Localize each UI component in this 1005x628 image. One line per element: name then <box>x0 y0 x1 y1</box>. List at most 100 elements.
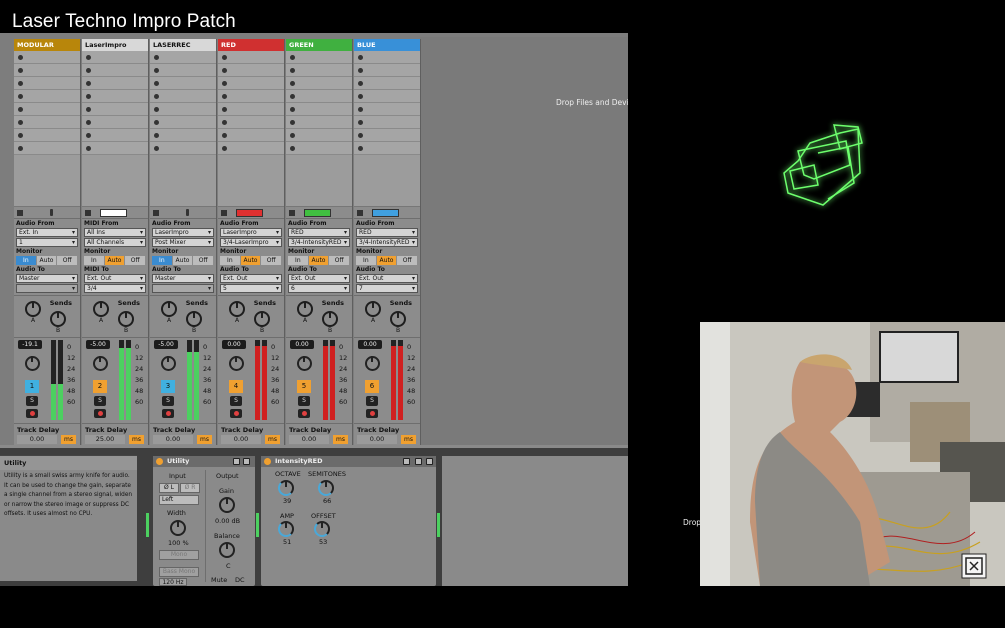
track-delay-unit[interactable]: ms <box>61 435 76 444</box>
output-channel-select[interactable]: 5 <box>220 284 282 293</box>
track-activator-button[interactable]: 5 <box>297 380 311 393</box>
clip-slot[interactable] <box>82 77 148 90</box>
clip-slot-stop-icon[interactable] <box>86 120 91 125</box>
clip-slot[interactable] <box>354 103 420 116</box>
track-delay-unit[interactable]: ms <box>333 435 348 444</box>
clip-slot-stop-icon[interactable] <box>222 81 227 86</box>
stop-clips-button[interactable] <box>85 210 91 216</box>
clip-slot-stop-icon[interactable] <box>222 146 227 151</box>
clip-slot-stop-icon[interactable] <box>18 133 23 138</box>
send-a-knob[interactable] <box>297 301 313 317</box>
clip-slot-stop-icon[interactable] <box>154 146 159 151</box>
clip-slot[interactable] <box>354 77 420 90</box>
clip-slot-stop-icon[interactable] <box>18 94 23 99</box>
device-edit-icon[interactable] <box>415 458 422 465</box>
width-knob[interactable] <box>170 520 186 536</box>
clip-slot-stop-icon[interactable] <box>154 94 159 99</box>
clip-slot[interactable] <box>354 51 420 64</box>
clip-slot-stop-icon[interactable] <box>222 107 227 112</box>
monitor-off-button[interactable]: Off <box>193 256 214 265</box>
monitor-off-button[interactable]: Off <box>57 256 78 265</box>
microphone-icon[interactable] <box>186 209 189 216</box>
pan-knob[interactable] <box>365 356 380 371</box>
input-channel-select[interactable]: 3/4-LaserImpro <box>220 238 282 247</box>
clip-slot[interactable] <box>82 116 148 129</box>
clip-slot[interactable] <box>150 64 216 77</box>
clip-slot[interactable] <box>14 103 80 116</box>
clip-slot[interactable] <box>150 129 216 142</box>
pan-knob[interactable] <box>93 356 108 371</box>
clip-slot[interactable] <box>82 64 148 77</box>
pan-knob[interactable] <box>297 356 312 371</box>
utility-header[interactable]: Utility <box>153 456 255 467</box>
track-delay-value[interactable]: 0.00 <box>153 435 193 444</box>
output-channel-select[interactable] <box>152 284 214 293</box>
stop-clips-button[interactable] <box>357 210 363 216</box>
clip-slot[interactable] <box>150 51 216 64</box>
bass-mono-frequency[interactable]: 120 Hz <box>159 578 187 586</box>
clip-slot-stop-icon[interactable] <box>290 120 295 125</box>
amp-knob[interactable] <box>278 521 294 537</box>
output-target-select[interactable]: Ext. Out <box>356 274 418 283</box>
send-b-knob[interactable] <box>50 311 66 327</box>
monitor-off-button[interactable]: Off <box>397 256 418 265</box>
solo-button[interactable]: S <box>366 396 378 406</box>
track-activator-button[interactable]: 2 <box>93 380 107 393</box>
dc-button[interactable]: DC <box>235 576 245 584</box>
clip-slot-stop-icon[interactable] <box>154 133 159 138</box>
clip-slot[interactable] <box>82 129 148 142</box>
volume-value[interactable]: -5.00 <box>86 340 110 349</box>
clip-slot[interactable] <box>218 129 284 142</box>
clip-slot-stop-icon[interactable] <box>18 107 23 112</box>
intensity-header[interactable]: IntensityRED <box>261 456 436 467</box>
clip-slot[interactable] <box>286 116 352 129</box>
input-channel-select[interactable]: All Channels <box>84 238 146 247</box>
output-target-select[interactable]: Master <box>152 274 214 283</box>
send-b-knob[interactable] <box>254 311 270 327</box>
clip-slot[interactable] <box>150 103 216 116</box>
clip-slot[interactable] <box>218 51 284 64</box>
track-delay-value[interactable]: 0.00 <box>289 435 329 444</box>
track-delay-value[interactable]: 0.00 <box>357 435 397 444</box>
clip-slot[interactable] <box>150 116 216 129</box>
clip-slot[interactable] <box>218 90 284 103</box>
input-source-select[interactable]: LaserImpro <box>152 228 214 237</box>
clip-slot[interactable] <box>82 103 148 116</box>
monitor-auto-button[interactable]: Auto <box>376 256 397 265</box>
clip-slot[interactable] <box>354 64 420 77</box>
output-channel-select[interactable]: 6 <box>288 284 350 293</box>
clip-slot-stop-icon[interactable] <box>154 120 159 125</box>
microphone-icon[interactable] <box>50 209 53 216</box>
track-delay-value[interactable]: 0.00 <box>221 435 261 444</box>
clip-slot-stop-icon[interactable] <box>18 68 23 73</box>
clip-slot-stop-icon[interactable] <box>358 120 363 125</box>
volume-value[interactable]: 0.00 <box>222 340 246 349</box>
phase-right-button[interactable]: Ø R <box>180 483 200 493</box>
clip-slot[interactable] <box>354 90 420 103</box>
clip-slot-stop-icon[interactable] <box>290 107 295 112</box>
solo-button[interactable]: S <box>298 396 310 406</box>
monitor-in-button[interactable]: In <box>16 256 36 265</box>
monitor-auto-button[interactable]: Auto <box>308 256 329 265</box>
input-channel-select[interactable]: Post Mixer <box>152 238 214 247</box>
device-edit-icon[interactable] <box>233 458 240 465</box>
monitor-in-button[interactable]: In <box>220 256 240 265</box>
input-source-select[interactable]: LaserImpro <box>220 228 282 237</box>
clip-slot[interactable] <box>286 142 352 155</box>
clip-slot-stop-icon[interactable] <box>18 81 23 86</box>
input-channel-select[interactable]: 3/4-IntensityRED <box>288 238 350 247</box>
monitor-in-button[interactable]: In <box>84 256 104 265</box>
volume-value[interactable]: -19.1 <box>18 340 42 349</box>
clip-slot[interactable] <box>150 77 216 90</box>
clip-slot-stop-icon[interactable] <box>358 146 363 151</box>
monitor-off-button[interactable]: Off <box>329 256 350 265</box>
input-source-select[interactable]: RED <box>288 228 350 237</box>
stop-clips-button[interactable] <box>221 210 227 216</box>
output-channel-select[interactable] <box>16 284 78 293</box>
volume-value[interactable]: 0.00 <box>290 340 314 349</box>
clip-area[interactable] <box>82 155 148 207</box>
clip-slot-stop-icon[interactable] <box>222 120 227 125</box>
output-channel-select[interactable]: 3/4 <box>84 284 146 293</box>
clip-slot-stop-icon[interactable] <box>290 133 295 138</box>
monitor-off-button[interactable]: Off <box>261 256 282 265</box>
